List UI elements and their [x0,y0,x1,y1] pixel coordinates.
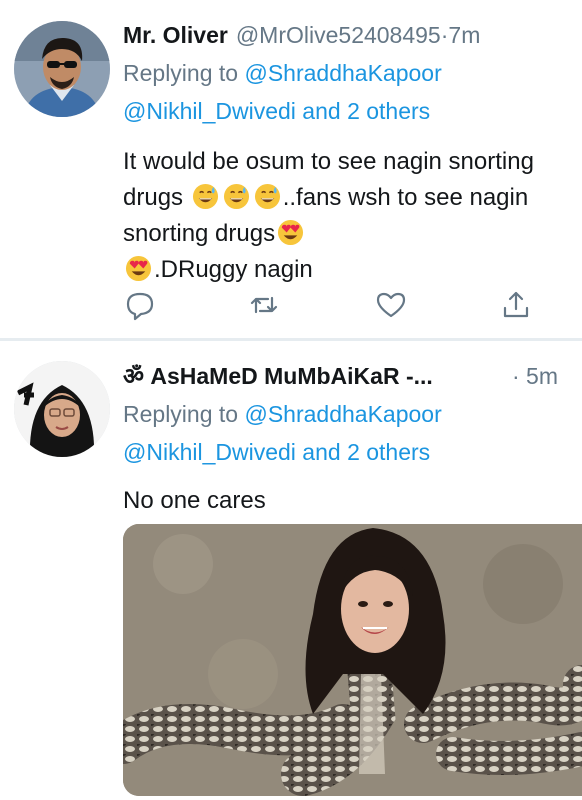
like-button[interactable] [374,288,408,322]
retweet-icon [250,296,278,314]
grinning-sweat-emoji [223,183,249,210]
tweet-header: ॐ AsHaMeD MuMbAiKaR -... · 5m [123,357,572,395]
tweet-header: Mr. Oliver @MrOlive52408495 · 7m [123,16,572,54]
share-icon [503,291,529,318]
like-icon [376,292,406,318]
replying-and: and [295,98,348,124]
reply-button[interactable] [123,288,157,322]
replying-to: Replying to @ShraddhaKapoor @Nikhil_Dwiv… [123,395,572,471]
mention-link[interactable]: @ShraddhaKapoor [244,60,441,86]
tweet-text-part: .DRuggy nagin [154,256,313,283]
heart-eyes-emoji [125,255,152,282]
tweet-text: No one cares [123,487,266,514]
mention-link[interactable]: @Nikhil_Dwivedi [123,439,296,465]
share-button[interactable] [499,288,533,322]
tweet[interactable]: ॐ AsHaMeD MuMbAiKaR -... · 5m Replying t… [0,341,582,800]
avatar[interactable] [14,361,110,457]
timestamp-group[interactable]: · 5m [512,357,572,395]
replying-to: Replying to @ShraddhaKapoor @Nikhil_Dwiv… [123,54,572,130]
separator-dot: · [440,22,449,48]
tweet-text-part: ..fans wsh to see nagin snorting drugs [123,184,529,247]
others-link[interactable]: 2 others [347,98,430,124]
replying-prefix: Replying to [123,60,245,86]
timestamp[interactable]: 5m [526,363,558,389]
replying-and: and [295,439,348,465]
replying-prefix: Replying to [123,401,245,427]
tweet-text: It would be osum to see nagin snorting d… [123,144,572,288]
avatar[interactable] [14,21,110,117]
grinning-sweat-emoji [192,183,218,210]
others-link[interactable]: 2 others [347,439,430,465]
mention-link[interactable]: @ShraddhaKapoor [244,401,441,427]
user-handle[interactable]: @MrOlive52408495 [236,16,441,54]
display-name[interactable]: ॐ AsHaMeD MuMbAiKaR -... [123,357,433,395]
separator-dot: · [511,363,520,389]
tweet-content: Mr. Oliver @MrOlive52408495 · 7m Replyin… [123,16,572,288]
heart-eyes-emoji [278,219,304,246]
tweet[interactable]: Mr. Oliver @MrOlive52408495 · 7m Replyin… [0,0,582,338]
avatar-photo [14,361,110,457]
timestamp[interactable]: 7m [448,16,480,54]
tweet-media-image[interactable] [123,524,582,796]
reply-icon [126,292,154,321]
grinning-sweat-emoji [254,183,280,210]
avatar-photo [14,21,110,117]
display-name[interactable]: Mr. Oliver [123,16,228,54]
mention-link[interactable]: @Nikhil_Dwivedi [123,98,296,124]
snake-with-woman-face-photo [123,524,582,796]
tweet-actions [123,288,535,328]
tweet-content: ॐ AsHaMeD MuMbAiKaR -... · 5m Replying t… [123,357,572,519]
retweet-button[interactable] [247,288,281,322]
